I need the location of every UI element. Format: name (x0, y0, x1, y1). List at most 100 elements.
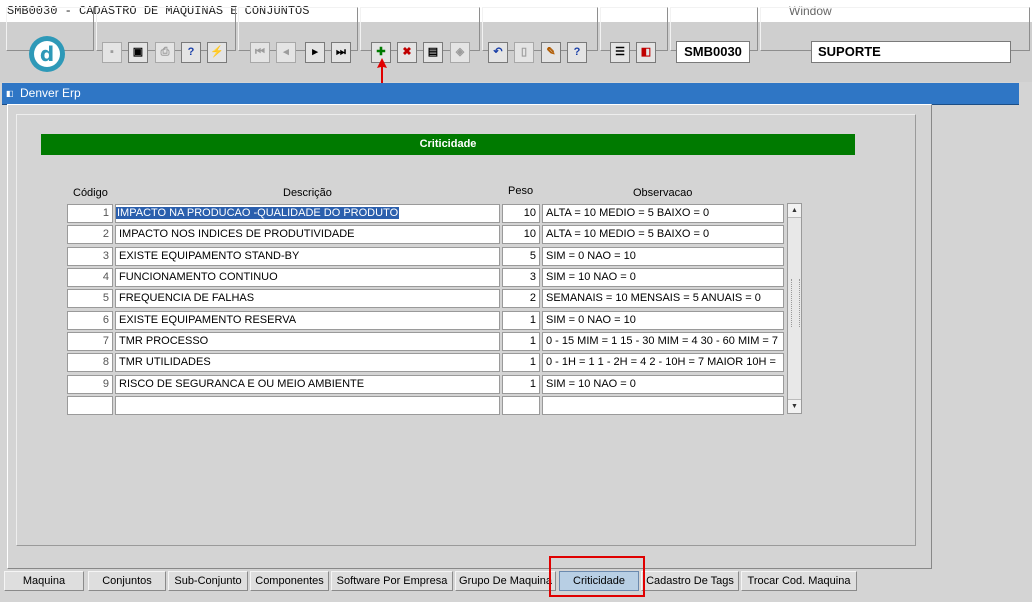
print-preview-button[interactable]: ▣ (128, 42, 148, 63)
header-observacao: Observacao (633, 187, 693, 199)
codigo-cell[interactable]: 3 (67, 247, 113, 266)
descricao-cell[interactable]: TMR UTILIDADES (115, 353, 500, 372)
paste-button[interactable]: ▯ (514, 42, 534, 63)
peso-cell[interactable]: 3 (502, 268, 540, 287)
execute-query-icon: ⚡ (210, 46, 224, 58)
window-title: Denver Erp (20, 86, 81, 100)
tab-maquina[interactable]: Maquina (4, 571, 84, 591)
last-record-button[interactable]: ⏭ (331, 42, 351, 63)
clear-form-button[interactable]: ▤ (423, 42, 443, 63)
peso-cell[interactable]: 10 (502, 204, 540, 223)
save-icon: ▪ (110, 46, 114, 58)
undo-button[interactable]: ↶ (488, 42, 508, 63)
next-record-icon: ▸ (312, 46, 318, 58)
last-record-icon: ⏭ (336, 46, 346, 58)
scroll-thumb[interactable] (791, 279, 800, 327)
delete-record-icon: ✖ (402, 46, 412, 58)
clear-form-icon: ▤ (427, 46, 439, 58)
save-button[interactable]: ▪ (102, 42, 122, 63)
edit-icon: ✎ (546, 46, 556, 58)
codigo-cell[interactable]: 5 (67, 289, 113, 308)
observacao-cell[interactable]: 0 - 15 MIM = 1 15 - 30 MIM = 4 30 - 60 M… (542, 332, 784, 351)
delete-record-button[interactable]: ✖ (397, 42, 417, 63)
observacao-cell[interactable]: SIM = 0 NAO = 10 (542, 311, 784, 330)
help-button[interactable]: ? (567, 42, 587, 63)
observacao-cell[interactable]: 0 - 1H = 1 1 - 2H = 4 2 - 10H = 7 MAIOR … (542, 353, 784, 372)
tab-cadastro-de-tags[interactable]: Cadastro De Tags (641, 571, 739, 591)
edit-button[interactable]: ✎ (541, 42, 561, 63)
menu-button[interactable]: ☰ (610, 42, 630, 63)
peso-cell[interactable]: 2 (502, 289, 540, 308)
peso-cell-empty[interactable] (502, 396, 540, 415)
descricao-cell[interactable]: FUNCIONAMENTO CONTINUO (115, 268, 500, 287)
undo-icon: ↶ (493, 46, 503, 58)
execute-query-button[interactable]: ⚡ (207, 42, 227, 63)
exit-icon: ◧ (640, 46, 652, 58)
tab-software-por-empresa[interactable]: Software Por Empresa (331, 571, 453, 591)
header-descricao: Descrição (283, 187, 332, 199)
form-code-field: SMB0030 (676, 41, 750, 63)
codigo-cell[interactable]: 7 (67, 332, 113, 351)
section-title: Criticidade (41, 134, 855, 155)
descricao-cell[interactable]: EXISTE EQUIPAMENTO STAND-BY (115, 247, 500, 266)
first-record-button[interactable]: ⏮ (250, 42, 270, 63)
user-field: SUPORTE (811, 41, 1011, 63)
duplicate-button[interactable]: ◈ (450, 42, 470, 63)
peso-cell[interactable]: 5 (502, 247, 540, 266)
print-preview-icon: ▣ (132, 46, 144, 58)
scroll-down-icon[interactable]: ▼ (788, 399, 801, 413)
tab-conjuntos[interactable]: Conjuntos (88, 571, 166, 591)
descricao-cell-empty[interactable] (115, 396, 500, 415)
codigo-cell-empty[interactable] (67, 396, 113, 415)
codigo-cell[interactable]: 6 (67, 311, 113, 330)
previous-record-icon: ◂ (283, 46, 289, 58)
next-record-button[interactable]: ▸ (305, 42, 325, 63)
peso-cell[interactable]: 10 (502, 225, 540, 244)
peso-cell[interactable]: 1 (502, 332, 540, 351)
peso-cell[interactable]: 1 (502, 353, 540, 372)
print-icon: ⎙ (160, 46, 170, 58)
table-scrollbar[interactable]: ▲ ▼ (787, 203, 802, 414)
descricao-cell[interactable]: RISCO DE SEGURANCA E OU MEIO AMBIENTE (115, 375, 500, 394)
logo-letter: d (34, 41, 60, 67)
duplicate-icon: ◈ (455, 46, 465, 58)
codigo-cell[interactable]: 1 (67, 204, 113, 223)
tab-trocar-cod-maquina[interactable]: Trocar Cod. Maquina (741, 571, 857, 591)
codigo-cell[interactable]: 2 (67, 225, 113, 244)
denver-logo: d (29, 36, 65, 72)
insert-record-icon: ✚ (376, 46, 386, 58)
descricao-cell-selected[interactable]: IMPACTO NA PRODUCAO -QUALIDADE DO PRODUT… (115, 204, 500, 223)
content-frame (16, 114, 916, 546)
tab-sub-conjunto[interactable]: Sub-Conjunto (168, 571, 248, 591)
header-codigo: Código (73, 187, 108, 199)
observacao-cell-empty[interactable] (542, 396, 784, 415)
tab-componentes[interactable]: Componentes (250, 571, 329, 591)
descricao-cell[interactable]: TMR PROCESSO (115, 332, 500, 351)
annotation-highlight-box (549, 556, 645, 597)
window-icon: ◧ (6, 89, 14, 98)
tab-grupo-de-maquina[interactable]: Grupo De Maquina (455, 571, 556, 591)
peso-cell[interactable]: 1 (502, 311, 540, 330)
descricao-cell[interactable]: FREQUENCIA DE FALHAS (115, 289, 500, 308)
print-button[interactable]: ⎙ (155, 42, 175, 63)
observacao-cell[interactable]: SIM = 10 NAO = 0 (542, 375, 784, 394)
observacao-cell[interactable]: ALTA = 10 MEDIO = 5 BAIXO = 0 (542, 225, 784, 244)
exit-button[interactable]: ◧ (636, 42, 656, 63)
codigo-cell[interactable]: 9 (67, 375, 113, 394)
paste-icon: ▯ (520, 46, 528, 58)
codigo-cell[interactable]: 8 (67, 353, 113, 372)
descricao-cell[interactable]: EXISTE EQUIPAMENTO RESERVA (115, 311, 500, 330)
selected-text: IMPACTO NA PRODUCAO -QUALIDADE DO PRODUT… (116, 207, 400, 219)
previous-record-button[interactable]: ◂ (276, 42, 296, 63)
observacao-cell[interactable]: ALTA = 10 MEDIO = 5 BAIXO = 0 (542, 204, 784, 223)
observacao-cell[interactable]: SIM = 10 NAO = 0 (542, 268, 784, 287)
menu-icon: ☰ (615, 46, 625, 58)
codigo-cell[interactable]: 4 (67, 268, 113, 287)
descricao-cell[interactable]: IMPACTO NOS INDICES DE PRODUTIVIDADE (115, 225, 500, 244)
observacao-cell[interactable]: SIM = 0 NAO = 10 (542, 247, 784, 266)
first-record-icon: ⏮ (255, 46, 265, 58)
scroll-up-icon[interactable]: ▲ (788, 204, 801, 218)
query-button[interactable]: ? (181, 42, 201, 63)
observacao-cell[interactable]: SEMANAIS = 10 MENSAIS = 5 ANUAIS = 0 (542, 289, 784, 308)
peso-cell[interactable]: 1 (502, 375, 540, 394)
